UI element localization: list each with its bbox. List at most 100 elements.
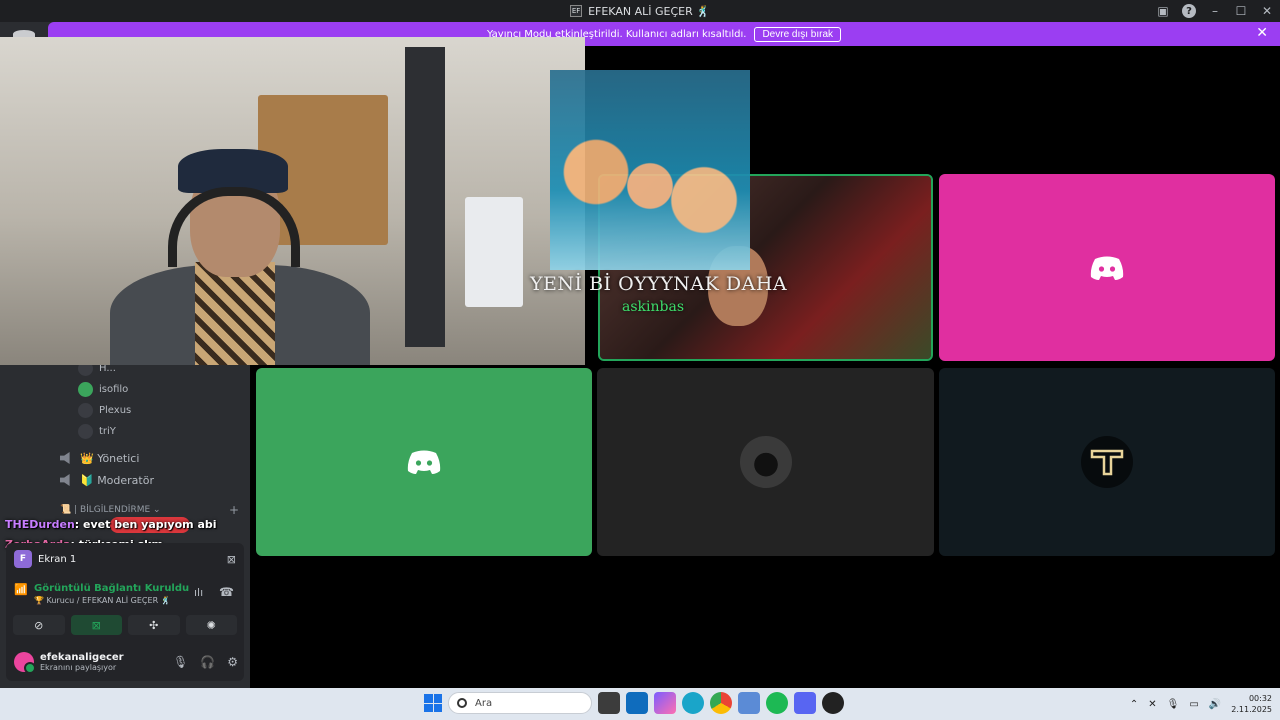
user-controls: 🎙 🎧 ⚙ <box>173 655 238 669</box>
discord-taskbar-icon[interactable] <box>794 692 816 714</box>
microphone-icon[interactable]: 🎙 <box>173 655 188 669</box>
screen-share-icon[interactable]: ▣ <box>1150 0 1176 22</box>
discord-icon <box>78 381 93 397</box>
discord-logo-icon <box>407 450 441 474</box>
window-title: EF EFEKAN ALİ GEÇER 🕺 <box>570 5 710 18</box>
discord-logo-icon <box>1090 256 1124 280</box>
bluetooth-off-icon[interactable]: ✕ <box>1148 699 1156 710</box>
camera-off-button[interactable]: ⊘ <box>13 615 65 635</box>
member-name: Plexus <box>99 404 132 416</box>
system-tray: ⌃ ✕ 🎙 ▭ 🔊 00:32 2.11.2025 <box>1130 688 1272 720</box>
video-tile-t[interactable] <box>939 368 1275 556</box>
disable-streamer-mode-button[interactable]: Devre dışı bırak <box>754 26 842 42</box>
taskbar-apps: Ara <box>424 692 844 714</box>
call-controls: ⊘ ⊠ ✣ ✺ <box>13 615 237 635</box>
member-name: triY <box>99 425 116 437</box>
add-channel-icon[interactable]: + <box>229 503 239 517</box>
noise-suppression-icon[interactable]: ılı <box>194 586 203 599</box>
network-icon[interactable]: ▭ <box>1189 699 1198 710</box>
search-placeholder: Ara <box>475 697 493 709</box>
window-controls: ▣ ? – ☐ ✕ <box>1150 0 1280 22</box>
door <box>405 47 445 347</box>
clock-date: 2.11.2025 <box>1231 705 1272 714</box>
video-tile-green[interactable] <box>256 368 592 556</box>
chevron-up-icon[interactable]: ⌃ <box>1130 699 1138 710</box>
headphones-icon[interactable]: 🎧 <box>200 655 215 669</box>
user-avatar[interactable] <box>14 652 36 674</box>
start-menu-icon[interactable] <box>424 694 442 712</box>
title-bar: EF EFEKAN ALİ GEÇER 🕺 ▣ ? – ☐ ✕ <box>0 0 1280 22</box>
member-item[interactable]: isofilo <box>78 380 128 398</box>
discord-window: EF EFEKAN ALİ GEÇER 🕺 ▣ ? – ☐ ✕ H... iso… <box>0 0 1280 720</box>
chat-author: THEDurden <box>5 518 75 531</box>
t-logo-icon <box>1090 449 1124 476</box>
screen-avatar: F <box>14 550 32 568</box>
chat-message: : evet ben yapıyom abi <box>74 518 217 531</box>
windows-taskbar: Ara ⌃ ✕ 🎙 ▭ 🔊 00:32 2.11.2025 <box>0 688 1280 720</box>
channel-label: 🔰 Moderatör <box>80 473 154 487</box>
avatar-icon <box>78 423 93 439</box>
user-area[interactable]: efekanaligecer Ekranını paylaşıyor 🎙 🎧 ⚙ <box>14 649 238 675</box>
user-status: Ekranını paylaşıyor <box>40 663 117 672</box>
share-screen-button[interactable]: ⊠ <box>70 615 122 635</box>
clock[interactable]: 00:32 2.11.2025 <box>1231 693 1272 715</box>
activities-button[interactable]: ✣ <box>128 615 180 635</box>
signal-icon: 📶 <box>14 583 28 596</box>
obs-icon[interactable] <box>822 692 844 714</box>
camera-off-icon: ⊘ <box>34 618 44 632</box>
member-item[interactable]: triY <box>78 422 116 440</box>
member-name: isofilo <box>99 383 129 395</box>
category-header[interactable]: 📜 | BİLGİLENDİRME ⌄ <box>60 505 161 515</box>
screen-label: Ekran 1 <box>38 553 77 565</box>
activities-icon: ✣ <box>149 618 159 632</box>
soundboard-icon: ✺ <box>206 618 216 632</box>
streamer-webcam-overlay <box>0 37 585 365</box>
voice-channel-yonetici[interactable]: 👑 Yönetici <box>60 449 139 467</box>
minimize-button[interactable]: – <box>1202 0 1228 22</box>
username: efekanaligecer <box>40 652 124 663</box>
stream-overlay-title: YENİ Bİ OYYYNAK DAHA <box>530 273 788 295</box>
disconnect-icon[interactable]: ☎ <box>219 585 234 599</box>
speaker-icon <box>60 452 70 464</box>
settings-app-icon[interactable] <box>738 692 760 714</box>
avatar-icon <box>78 402 93 418</box>
fridge <box>465 197 523 307</box>
pool-image-overlay <box>550 70 750 270</box>
voice-channel-moderator[interactable]: 🔰 Moderatör <box>60 471 154 489</box>
connection-channel[interactable]: 🏆 Kurucu / EFEKAN ALİ GEÇER 🕺 <box>34 596 189 605</box>
clock-time: 00:32 <box>1248 694 1272 703</box>
connection-status: 📶 Görüntülü Bağlantı Kuruldu 🏆 Kurucu / … <box>14 583 236 605</box>
chat-line: THEDurden: evet ben yapıyom abi <box>5 518 217 531</box>
motorcycle-avatar-icon <box>739 436 792 488</box>
connection-status-text[interactable]: Görüntülü Bağlantı Kuruldu <box>34 583 189 594</box>
edge-icon[interactable] <box>682 692 704 714</box>
streamer-scarf <box>195 262 275 365</box>
server-icon: EF <box>570 5 583 17</box>
maximize-button[interactable]: ☐ <box>1228 0 1254 22</box>
taskbar-search[interactable]: Ara <box>448 692 592 714</box>
outlook-icon[interactable] <box>626 692 648 714</box>
share-screen-icon: ⊠ <box>91 618 101 632</box>
volume-icon[interactable]: 🔊 <box>1209 699 1221 710</box>
channel-label: 👑 Yönetici <box>80 451 140 465</box>
soundboard-button[interactable]: ✺ <box>185 615 237 635</box>
close-window-button[interactable]: ✕ <box>1254 0 1280 22</box>
settings-gear-icon[interactable]: ⚙ <box>227 655 238 669</box>
member-item[interactable]: Plexus <box>78 401 131 419</box>
video-tile-moto[interactable] <box>597 368 934 556</box>
stop-stream-icon[interactable]: ⊠ <box>227 553 236 566</box>
task-view-icon[interactable] <box>598 692 620 714</box>
stream-overlay-name: askinbas <box>622 299 685 315</box>
help-button[interactable]: ? <box>1176 0 1202 22</box>
t-logo-avatar-icon <box>1081 436 1133 488</box>
video-tile-pink[interactable] <box>939 174 1275 361</box>
screen-share-row[interactable]: F Ekran 1 ⊠ <box>14 548 236 570</box>
copilot-icon[interactable] <box>654 692 676 714</box>
dolls-image <box>560 130 740 270</box>
window-title-text: EFEKAN ALİ GEÇER 🕺 <box>588 4 710 18</box>
chrome-icon[interactable] <box>710 692 732 714</box>
close-icon[interactable]: ✕ <box>1256 25 1268 41</box>
microphone-tray-icon[interactable]: 🎙 <box>1167 699 1180 710</box>
spotify-icon[interactable] <box>766 692 788 714</box>
search-icon <box>457 698 467 708</box>
